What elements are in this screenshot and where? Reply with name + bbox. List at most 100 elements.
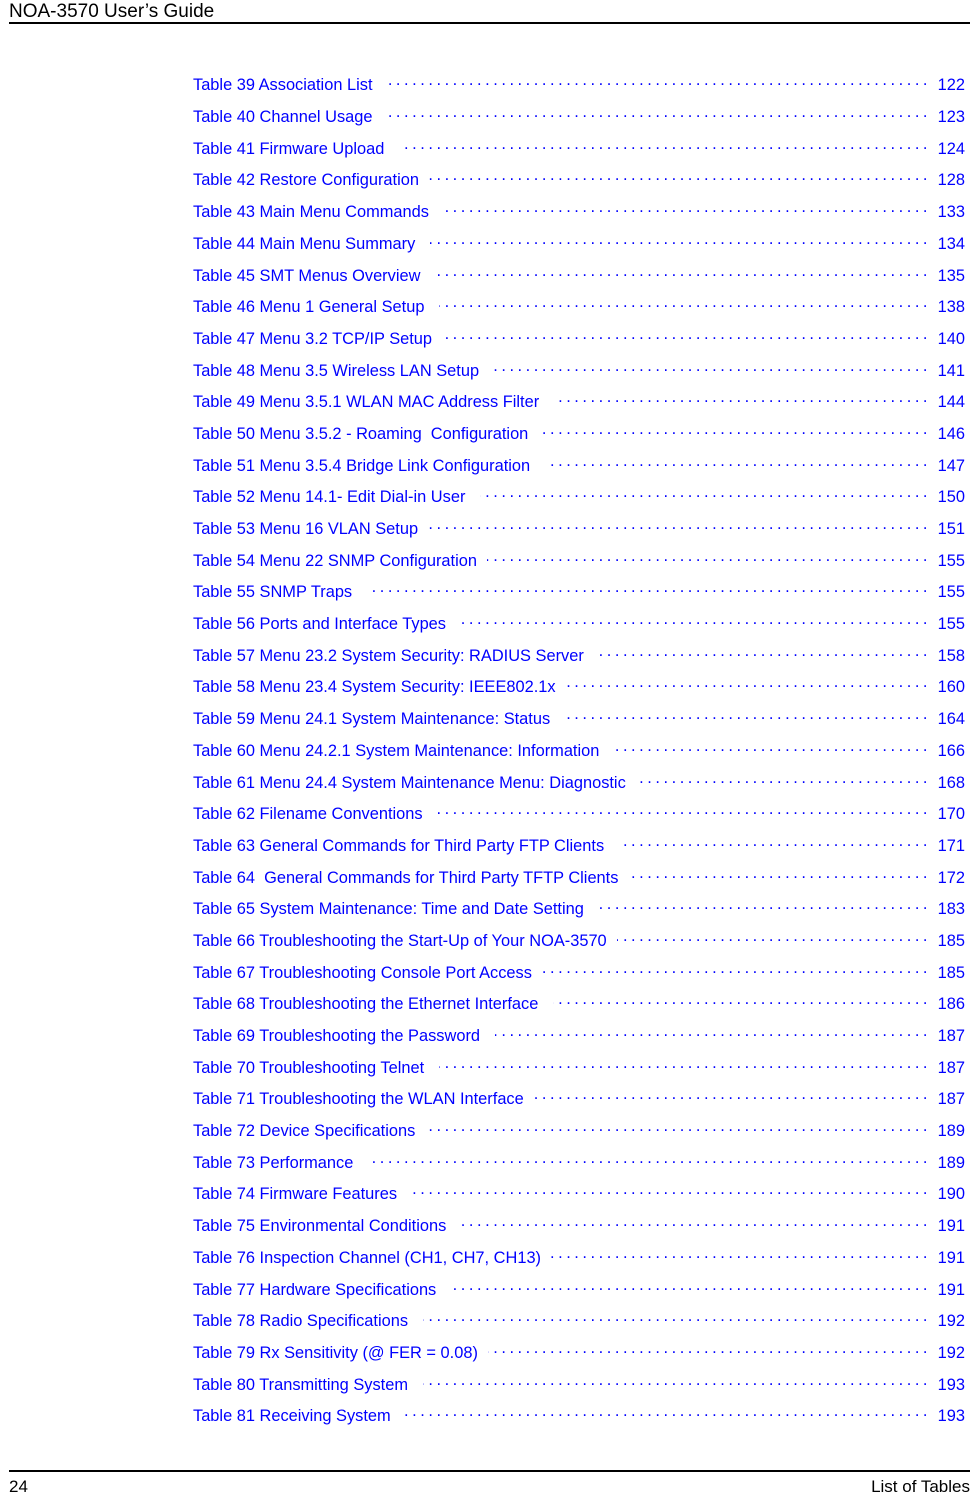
- toc-entry[interactable]: Table 71 Troubleshooting the WLAN Interf…: [193, 1088, 965, 1120]
- toc-entry[interactable]: Table 69 Troubleshooting the Password 18…: [193, 1025, 965, 1057]
- toc-entry[interactable]: Table 58 Menu 23.4 System Security: IEEE…: [193, 676, 965, 708]
- toc-entry-page-number: 147: [937, 456, 965, 475]
- toc-entry-page-number: 160: [937, 678, 965, 697]
- toc-entry[interactable]: Table 70 Troubleshooting Telnet 187: [193, 1056, 965, 1088]
- toc-entry[interactable]: Table 76 Inspection Channel (CH1, CH7, C…: [193, 1246, 965, 1278]
- toc-entry[interactable]: Table 45 SMT Menus Overview 135: [193, 264, 965, 296]
- toc-entry[interactable]: Table 80 Transmitting System 193: [193, 1373, 965, 1405]
- toc-entry-page-number: 189: [937, 1122, 965, 1141]
- toc-dot-leader: [614, 739, 927, 755]
- toc-entry-page-number: 191: [937, 1217, 965, 1236]
- toc-entry[interactable]: Table 44 Main Menu Summary 134: [193, 232, 965, 264]
- toc-entry-title: Table 79 Rx Sensitivity (@ FER = 0.08): [193, 1343, 478, 1362]
- toc-entry[interactable]: Table 55 SNMP Traps 155: [193, 581, 965, 613]
- toc-entry[interactable]: Table 68 Troubleshooting the Ethernet In…: [193, 993, 965, 1025]
- toc-entry-page-number: 183: [937, 900, 965, 919]
- toc-dot-leader: [534, 1088, 927, 1104]
- toc-entry[interactable]: Table 42 Restore Configuration 128: [193, 169, 965, 201]
- toc-entry-title: Table 45 SMT Menus Overview: [193, 266, 425, 285]
- header-divider: [9, 22, 970, 24]
- toc-entry[interactable]: Table 47 Menu 3.2 TCP/IP Setup 140: [193, 328, 965, 360]
- toc-dot-leader: [456, 613, 927, 629]
- toc-entry[interactable]: Table 63 General Commands for Third Part…: [193, 835, 965, 867]
- toc-entry-page-number: 138: [937, 298, 965, 317]
- toc-dot-leader: [598, 644, 927, 660]
- toc-dot-leader: [430, 232, 927, 248]
- toc-entry[interactable]: Table 67 Troubleshooting Console Port Ac…: [193, 961, 965, 993]
- toc-entry[interactable]: Table 78 Radio Specifications 192: [193, 1310, 965, 1342]
- toc-entry[interactable]: Table 50 Menu 3.5.2 - Roaming Configurat…: [193, 423, 965, 455]
- toc-entry-title: Table 46 Menu 1 General Setup: [193, 298, 429, 317]
- toc-dot-leader: [442, 328, 927, 344]
- toc-entry[interactable]: Table 51 Menu 3.5.4 Bridge Link Configur…: [193, 454, 965, 486]
- toc-entry[interactable]: Table 72 Device Specifications 189: [193, 1120, 965, 1152]
- toc-entry-page-number: 133: [937, 203, 965, 222]
- toc-dot-leader: [423, 1373, 927, 1389]
- toc-entry-title: Table 56 Ports and Interface Types: [193, 615, 446, 634]
- toc-entry[interactable]: Table 53 Menu 16 VLAN Setup 151: [193, 518, 965, 550]
- toc-entry[interactable]: Table 74 Firmware Features 190: [193, 1183, 965, 1215]
- toc-entry[interactable]: Table 66 Troubleshooting the Start-Up of…: [193, 930, 965, 962]
- toc-entry-page-number: 124: [937, 139, 965, 158]
- toc-entry[interactable]: Table 41 Firmware Upload 124: [193, 137, 965, 169]
- toc-entry-title: Table 63 General Commands for Third Part…: [193, 836, 609, 855]
- toc-entry[interactable]: Table 64 General Commands for Third Part…: [193, 866, 965, 898]
- toc-entry[interactable]: Table 60 Menu 24.2.1 System Maintenance:…: [193, 739, 965, 771]
- toc-dot-leader: [480, 486, 927, 502]
- toc-entry-title: Table 74 Firmware Features: [193, 1185, 402, 1204]
- toc-dot-leader: [456, 1215, 927, 1231]
- toc-entry[interactable]: Table 79 Rx Sensitivity (@ FER = 0.08) 19…: [193, 1342, 965, 1374]
- toc-entry-title: Table 44 Main Menu Summary: [193, 234, 420, 253]
- toc-entry[interactable]: Table 62 Filename Conventions 170: [193, 803, 965, 835]
- list-of-tables: Table 39 Association List 122 Table 40 Cha…: [193, 74, 965, 1437]
- toc-entry[interactable]: Table 59 Menu 24.1 System Maintenance: S…: [193, 708, 965, 740]
- toc-entry[interactable]: Table 73 Performance 189: [193, 1151, 965, 1183]
- toc-entry[interactable]: Table 46 Menu 1 General Setup 138: [193, 296, 965, 328]
- toc-entry[interactable]: Table 52 Menu 14.1- Edit Dial-in User 15…: [193, 486, 965, 518]
- toc-entry-title: Table 50 Menu 3.5.2 - Roaming Configurat…: [193, 424, 529, 443]
- toc-dot-leader: [554, 391, 927, 407]
- toc-entry[interactable]: Table 48 Menu 3.5 Wireless LAN Setup 141: [193, 359, 965, 391]
- toc-entry-page-number: 155: [937, 551, 965, 570]
- toc-entry[interactable]: Table 77 Hardware Specifications 191: [193, 1278, 965, 1310]
- toc-entry-title: Table 73 Performance: [193, 1153, 358, 1172]
- toc-entry-page-number: 155: [937, 615, 965, 634]
- toc-entry-page-number: 191: [937, 1280, 965, 1299]
- toc-entry[interactable]: Table 54 Menu 22 SNMP Configuration 155: [193, 549, 965, 581]
- toc-entry-page-number: 187: [937, 1058, 965, 1077]
- toc-dot-leader: [451, 1278, 927, 1294]
- toc-entry-title: Table 42 Restore Configuration: [193, 171, 419, 190]
- toc-entry-title: Table 65 System Maintenance: Time and Da…: [193, 900, 589, 919]
- toc-entry-page-number: 155: [937, 583, 965, 602]
- toc-entry[interactable]: Table 57 Menu 23.2 System Security: RADI…: [193, 644, 965, 676]
- toc-dot-leader: [439, 1056, 927, 1072]
- toc-entry-title: Table 60 Menu 24.2.1 System Maintenance:…: [193, 741, 604, 760]
- toc-dot-leader: [412, 1183, 927, 1199]
- toc-entry[interactable]: Table 81 Receiving System 193: [193, 1405, 965, 1437]
- toc-dot-leader: [425, 1120, 927, 1136]
- toc-entry-title: Table 68 Troubleshooting the Ethernet In…: [193, 995, 543, 1014]
- toc-entry-title: Table 75 Environmental Conditions: [193, 1217, 447, 1236]
- toc-dot-leader: [494, 359, 927, 375]
- toc-entry-title: Table 80 Transmitting System: [193, 1375, 413, 1394]
- document-title: NOA-3570 User’s Guide: [9, 1, 215, 22]
- toc-entry[interactable]: Table 61 Menu 24.4 System Maintenance Me…: [193, 771, 965, 803]
- toc-entry[interactable]: Table 65 System Maintenance: Time and Da…: [193, 898, 965, 930]
- toc-entry[interactable]: Table 56 Ports and Interface Types 155: [193, 613, 965, 645]
- toc-entry-page-number: 166: [937, 741, 965, 760]
- toc-entry-title: Table 58 Menu 23.4 System Security: IEEE…: [193, 678, 556, 697]
- toc-entry[interactable]: Table 39 Association List 122: [193, 74, 965, 106]
- toc-entry[interactable]: Table 43 Main Menu Commands 133: [193, 201, 965, 233]
- toc-entry-title: Table 51 Menu 3.5.4 Bridge Link Configur…: [193, 456, 535, 475]
- toc-dot-leader: [628, 866, 927, 882]
- toc-entry-title: Table 47 Menu 3.2 TCP/IP Setup: [193, 329, 433, 348]
- toc-entry-title: Table 76 Inspection Channel (CH1, CH7, C…: [193, 1248, 542, 1267]
- toc-dot-leader: [444, 201, 927, 217]
- toc-entry-title: Table 57 Menu 23.2 System Security: RADI…: [193, 646, 589, 665]
- toc-entry-title: Table 77 Hardware Specifications: [193, 1280, 441, 1299]
- toc-entry[interactable]: Table 40 Channel Usage 123: [193, 106, 965, 138]
- toc-entry[interactable]: Table 49 Menu 3.5.1 WLAN MAC Address Fil…: [193, 391, 965, 423]
- toc-entry[interactable]: Table 75 Environmental Conditions 191: [193, 1215, 965, 1247]
- toc-entry-page-number: 185: [937, 963, 965, 982]
- toc-dot-leader: [433, 803, 927, 819]
